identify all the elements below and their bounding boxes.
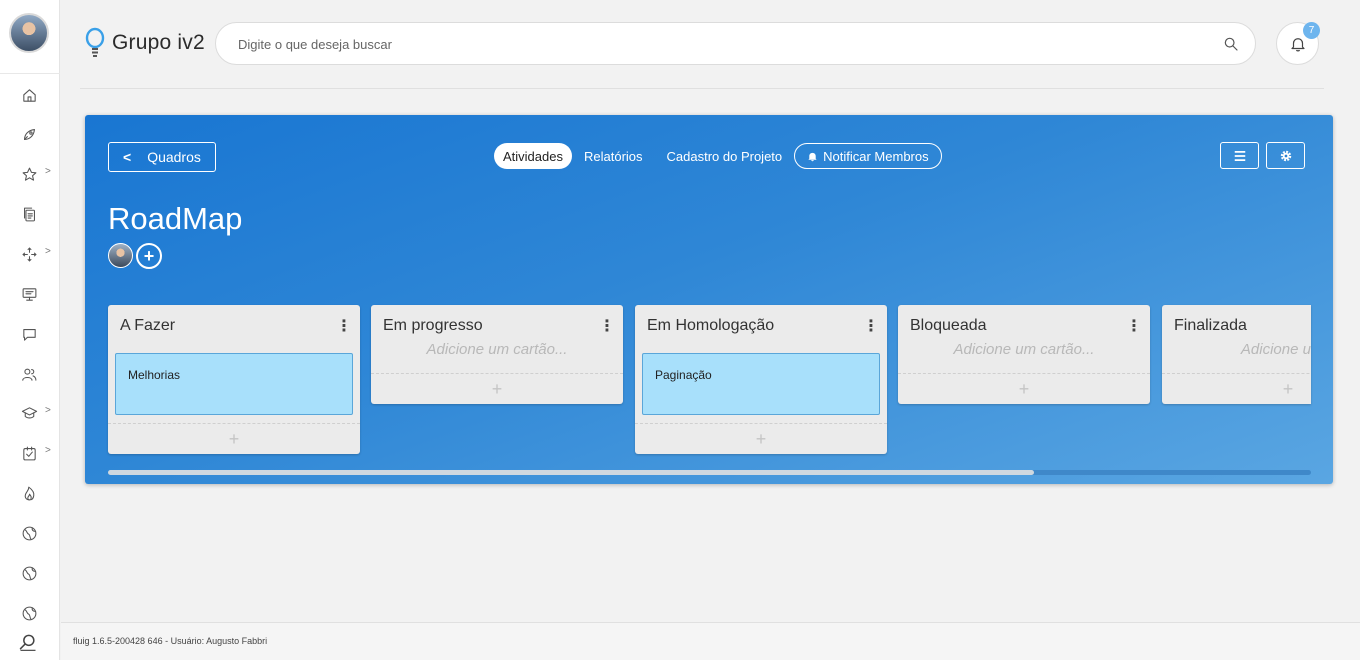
board-title: RoadMap xyxy=(108,201,243,236)
header-divider xyxy=(80,88,1324,89)
nav-divider xyxy=(0,73,60,74)
plus-icon: + xyxy=(491,378,503,399)
add-card-button[interactable]: + xyxy=(1162,373,1311,404)
search-icon[interactable] xyxy=(1223,36,1239,52)
company-logo[interactable]: Grupo iv2 xyxy=(84,26,205,60)
tab-label: Atividades xyxy=(503,148,563,164)
kebab-icon[interactable]: ⋮ xyxy=(1126,316,1142,336)
search-input[interactable] xyxy=(238,34,1198,54)
bell-icon xyxy=(1290,37,1305,51)
search-icon[interactable] xyxy=(18,632,38,652)
list-em-progresso: Em progresso ⋮ Adicione um cartão... + xyxy=(371,305,623,404)
presentation-icon[interactable] xyxy=(18,283,40,305)
side-navigation: > > > > xyxy=(0,0,60,660)
footer: fluig 1.6.5-200428 646 - Usuário: August… xyxy=(61,622,1360,660)
list-em-homologacao: Em Homologação ⋮ Paginação + xyxy=(635,305,887,454)
hamburger-icon xyxy=(1234,150,1245,161)
lightbulb-icon xyxy=(85,27,105,57)
plus-icon: + xyxy=(1018,378,1030,399)
list-title: Em progresso xyxy=(383,317,483,334)
search-bar[interactable] xyxy=(215,22,1256,65)
notification-badge: 7 xyxy=(1303,22,1320,39)
add-card-button[interactable]: + xyxy=(898,373,1150,404)
list-a-fazer: A Fazer ⋮ Melhorias + xyxy=(108,305,360,454)
add-card-placeholder[interactable]: Adicione um cartão... xyxy=(371,342,623,373)
back-button-label: Quadros xyxy=(147,149,201,165)
rocket-icon[interactable] xyxy=(18,123,40,145)
plus-icon: + xyxy=(143,245,155,266)
add-card-placeholder[interactable]: Adicione um cartão... xyxy=(898,342,1150,373)
tab-atividades[interactable]: Atividades xyxy=(494,143,572,169)
footer-version-text: fluig 1.6.5-200428 646 - Usuário: August… xyxy=(73,636,268,646)
add-member-button[interactable]: + xyxy=(136,243,162,269)
list-header: Em Homologação ⋮ xyxy=(635,305,887,347)
tab-label: Cadastro do Projeto xyxy=(666,148,783,164)
globe-icon[interactable] xyxy=(18,562,40,584)
scrollbar-thumb[interactable] xyxy=(108,470,1035,475)
tab-relatorios[interactable]: Relatórios xyxy=(572,143,655,169)
plus-icon: + xyxy=(1282,378,1294,399)
list-title: Bloqueada xyxy=(910,317,987,334)
plus-icon: + xyxy=(755,428,767,449)
bell-icon xyxy=(808,152,817,161)
add-card-button[interactable]: + xyxy=(108,423,360,454)
list-finalizada: Finalizada Adicione um c + xyxy=(1162,305,1311,404)
kanban-board: < Quadros Atividades Relatórios Cadastro… xyxy=(85,115,1333,484)
home-icon[interactable] xyxy=(18,84,40,106)
add-card-button[interactable]: + xyxy=(635,423,887,454)
globe-icon[interactable] xyxy=(18,522,40,544)
add-card-button[interactable]: + xyxy=(371,373,623,404)
globe-icon[interactable] xyxy=(18,602,40,624)
tab-label: Relatórios xyxy=(583,148,643,164)
kebab-icon[interactable]: ⋮ xyxy=(336,316,352,336)
chevron-right-icon: > xyxy=(45,405,51,416)
chevron-right-icon: > xyxy=(45,445,51,456)
chat-icon[interactable] xyxy=(18,323,40,345)
board-tabs: Atividades Relatórios Cadastro do Projet… xyxy=(494,143,942,169)
chevron-right-icon: > xyxy=(45,166,51,177)
add-card-placeholder[interactable]: Adicione um c xyxy=(1162,342,1311,373)
list-title: Finalizada xyxy=(1174,317,1247,334)
user-avatar[interactable] xyxy=(9,13,49,53)
gear-icon xyxy=(1280,150,1291,161)
tab-label: Notificar Membros xyxy=(823,148,929,164)
list-bloqueada: Bloqueada ⋮ Adicione um cartão... + xyxy=(898,305,1150,404)
chevron-left-icon: < xyxy=(123,149,132,165)
list-title: A Fazer xyxy=(120,317,176,334)
graduation-icon[interactable] xyxy=(18,402,40,424)
list-title: Em Homologação xyxy=(647,317,775,334)
documents-icon[interactable] xyxy=(18,203,40,225)
kebab-icon[interactable]: ⋮ xyxy=(599,316,615,336)
logo-text: Grupo iv2 xyxy=(112,31,205,54)
list-header: A Fazer ⋮ xyxy=(108,305,360,347)
workflow-icon[interactable] xyxy=(18,243,40,265)
notify-members-button[interactable]: Notificar Membros xyxy=(794,143,942,169)
tab-cadastro-projeto[interactable]: Cadastro do Projeto xyxy=(655,143,795,169)
member-avatar[interactable] xyxy=(108,243,133,268)
settings-button[interactable] xyxy=(1266,142,1305,169)
menu-button[interactable] xyxy=(1220,142,1259,169)
users-icon[interactable] xyxy=(18,363,40,385)
star-icon[interactable] xyxy=(18,163,40,185)
plus-icon: + xyxy=(228,428,240,449)
back-to-boards-button[interactable]: < Quadros xyxy=(108,142,216,172)
card-paginacao[interactable]: Paginação xyxy=(642,353,880,415)
chevron-right-icon: > xyxy=(45,246,51,257)
checklist-icon[interactable] xyxy=(18,442,40,464)
card-melhorias[interactable]: Melhorias xyxy=(115,353,353,415)
kebab-icon[interactable]: ⋮ xyxy=(863,316,879,336)
fire-icon[interactable] xyxy=(18,482,40,504)
